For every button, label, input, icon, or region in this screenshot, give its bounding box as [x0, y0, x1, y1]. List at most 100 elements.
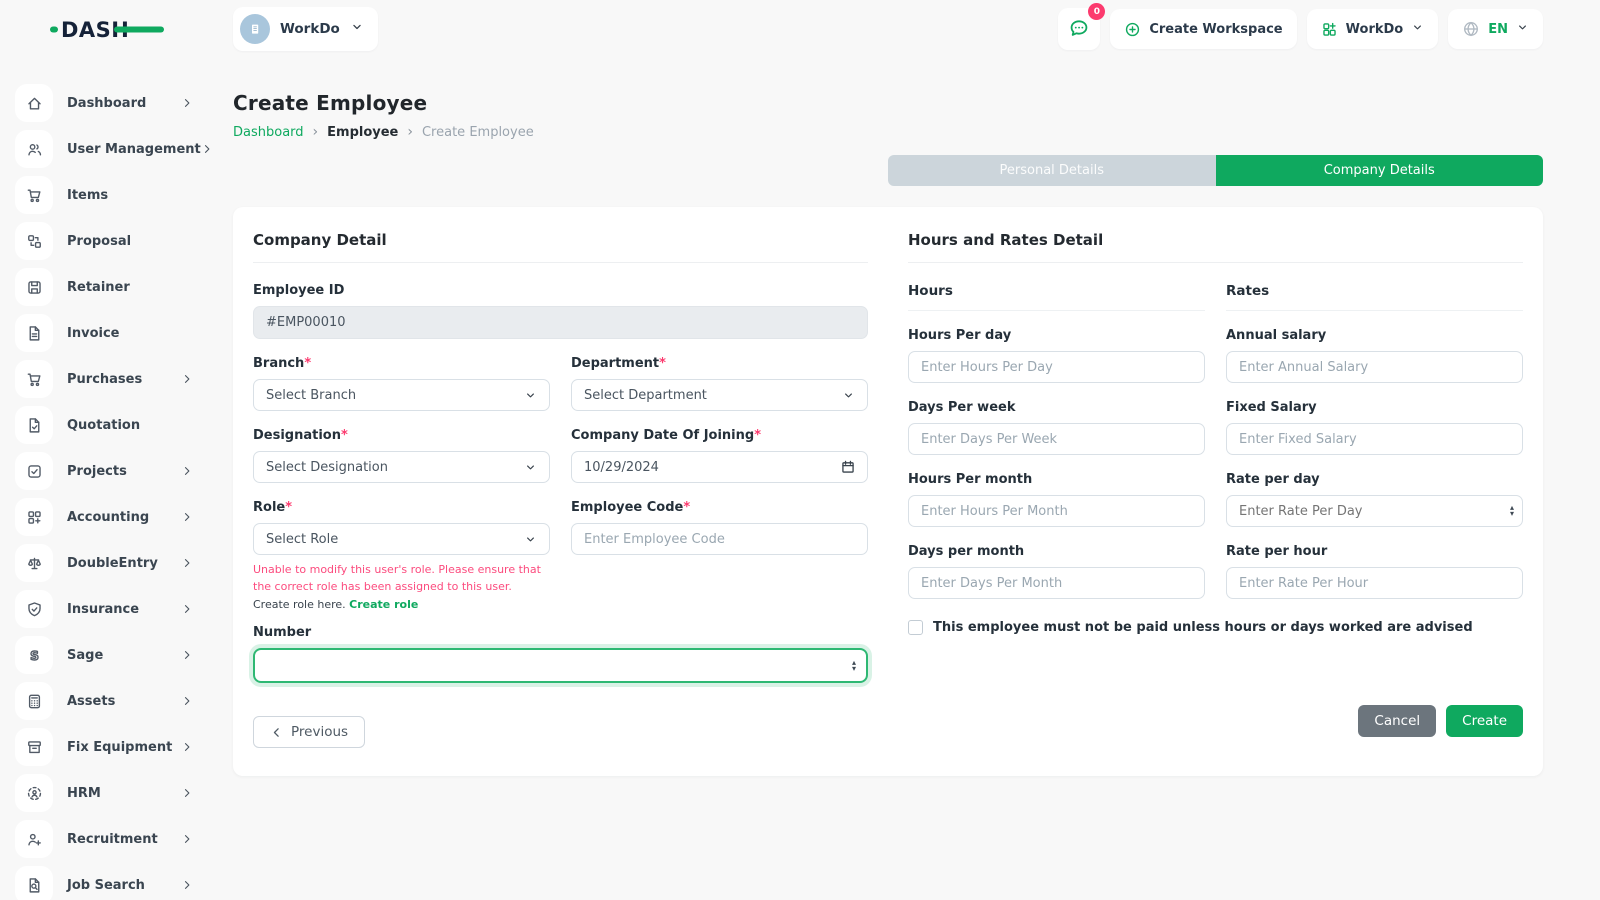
employee-id-input: #EMP00010	[253, 306, 868, 339]
employee-code-input[interactable]	[571, 523, 868, 555]
sidebar-item-dashboard[interactable]: Dashboard	[15, 84, 193, 122]
archive-icon	[15, 728, 53, 766]
employee-code-label: Employee Code	[571, 500, 683, 515]
create-workspace-button[interactable]: Create Workspace	[1110, 9, 1296, 49]
fixed-salary-input[interactable]	[1226, 423, 1523, 455]
chevron-right-icon	[201, 143, 210, 155]
language-selector[interactable]: EN	[1448, 9, 1543, 49]
chevron-right-icon	[181, 695, 193, 707]
sage-icon: S	[15, 636, 53, 674]
tab-company-details[interactable]: Company Details	[1216, 155, 1544, 186]
chevron-down-icon	[1411, 21, 1424, 38]
sidebar-item-recruitment[interactable]: Recruitment	[15, 820, 193, 858]
sidebar-item-hrm[interactable]: HRM	[15, 774, 193, 812]
rates-subheading: Rates	[1226, 283, 1523, 311]
no-pay-checkbox-label: This employee must not be paid unless ho…	[933, 620, 1473, 635]
sidebar-item-invoice[interactable]: Invoice	[15, 314, 193, 352]
chevron-down-icon	[350, 20, 364, 38]
create-button[interactable]: Create	[1446, 705, 1523, 737]
chevron-right-icon	[181, 833, 193, 845]
role-helper-text: Create role here.	[253, 598, 346, 611]
sidebar-item-sage[interactable]: S Sage	[15, 636, 193, 674]
main-content: Create Employee Dashboard › Employee › C…	[210, 58, 1600, 776]
annual-salary-input[interactable]	[1226, 351, 1523, 383]
chevron-right-icon	[181, 557, 193, 569]
required-asterisk: *	[683, 500, 690, 515]
create-workspace-label: Create Workspace	[1149, 22, 1282, 37]
workdo-menu-label: WorkDo	[1346, 22, 1404, 37]
sidebar-item-job-search[interactable]: Job Search	[15, 866, 193, 900]
hours-per-day-input[interactable]	[908, 351, 1205, 383]
form-actions: Cancel Create	[908, 705, 1523, 737]
sidebar-item-items[interactable]: Items	[15, 176, 193, 214]
hours-per-month-input[interactable]	[908, 495, 1205, 527]
required-asterisk: *	[341, 428, 348, 443]
employee-id-field: Employee ID #EMP00010	[253, 283, 868, 339]
save-icon	[15, 268, 53, 306]
rate-per-day-input[interactable]: ▴▾	[1226, 495, 1523, 527]
calculator-icon	[15, 682, 53, 720]
shield-check-icon	[15, 590, 53, 628]
company-detail-heading: Company Detail	[253, 231, 868, 263]
branch-label: Branch	[253, 356, 304, 371]
number-field: Number ▴▾	[253, 625, 868, 683]
sidebar-item-user-management[interactable]: User Management	[15, 130, 193, 168]
role-label: Role	[253, 500, 285, 515]
users-icon	[15, 130, 53, 168]
designation-select[interactable]: Select Designation	[253, 451, 550, 483]
cancel-button[interactable]: Cancel	[1358, 705, 1436, 737]
number-input[interactable]: ▴▾	[253, 648, 868, 683]
sidebar-item-retainer[interactable]: Retainer	[15, 268, 193, 306]
rate-per-day-spinner[interactable]: ▴▾	[1510, 505, 1514, 517]
chevron-right-icon	[181, 373, 193, 385]
messages-button[interactable]: 0	[1058, 8, 1100, 50]
number-label: Number	[253, 625, 868, 640]
sidebar-item-assets[interactable]: Assets	[15, 682, 193, 720]
days-per-week-input[interactable]	[908, 423, 1205, 455]
sidebar-item-projects[interactable]: Projects	[15, 452, 193, 490]
workspace-selector[interactable]: WorkDo	[233, 7, 378, 51]
fixed-salary-label: Fixed Salary	[1226, 400, 1523, 415]
role-field: Role* Select Role Unable to modify this …	[253, 500, 550, 611]
sidebar-item-insurance[interactable]: Insurance	[15, 590, 193, 628]
branch-select[interactable]: Select Branch	[253, 379, 550, 411]
topbar: DASH WorkDo 0 Create Workspace	[0, 0, 1600, 58]
swap-icon	[15, 222, 53, 260]
hours-rates-section: Hours and Rates Detail Hours Hours Per d…	[888, 207, 1543, 776]
grid-plus-icon	[15, 498, 53, 536]
no-pay-checkbox[interactable]	[908, 620, 923, 635]
annual-salary-label: Annual salary	[1226, 328, 1523, 343]
chevron-down-icon	[524, 533, 537, 546]
sidebar-item-fix-equipment[interactable]: Fix Equipment	[15, 728, 193, 766]
sidebar-item-doubleentry[interactable]: DoubleEntry	[15, 544, 193, 582]
tab-personal-details[interactable]: Personal Details	[888, 155, 1216, 186]
no-pay-checkbox-row: This employee must not be paid unless ho…	[908, 620, 1523, 635]
joining-date-input[interactable]: 10/29/2024	[571, 451, 868, 483]
employee-code-field: Employee Code*	[571, 500, 868, 611]
rate-per-hour-label: Rate per hour	[1226, 544, 1523, 559]
create-role-link[interactable]: Create role	[349, 598, 418, 611]
department-select[interactable]: Select Department	[571, 379, 868, 411]
chevron-right-icon	[181, 603, 193, 615]
hours-per-month-field: Hours Per month	[908, 472, 1205, 527]
rate-per-hour-input[interactable]	[1226, 567, 1523, 599]
role-select[interactable]: Select Role	[253, 523, 550, 555]
file-text-icon	[15, 314, 53, 352]
workdo-menu-button[interactable]: WorkDo	[1307, 9, 1439, 49]
number-spinner[interactable]: ▴▾	[852, 660, 856, 672]
breadcrumb-dashboard-link[interactable]: Dashboard	[233, 125, 304, 140]
sidebar-item-quotation[interactable]: Quotation	[15, 406, 193, 444]
chevron-right-icon	[181, 97, 193, 109]
focus-user-icon	[15, 774, 53, 812]
user-plus-icon	[15, 820, 53, 858]
days-per-month-input[interactable]	[908, 567, 1205, 599]
branch-field: Branch* Select Branch	[253, 356, 550, 411]
sidebar-item-purchases[interactable]: Purchases	[15, 360, 193, 398]
messages-badge: 0	[1088, 3, 1105, 20]
sidebar-item-accounting[interactable]: Accounting	[15, 498, 193, 536]
scale-icon	[15, 544, 53, 582]
previous-button[interactable]: Previous	[253, 716, 365, 748]
language-label: EN	[1488, 22, 1508, 37]
chevron-right-icon	[181, 649, 193, 661]
sidebar-item-proposal[interactable]: Proposal	[15, 222, 193, 260]
